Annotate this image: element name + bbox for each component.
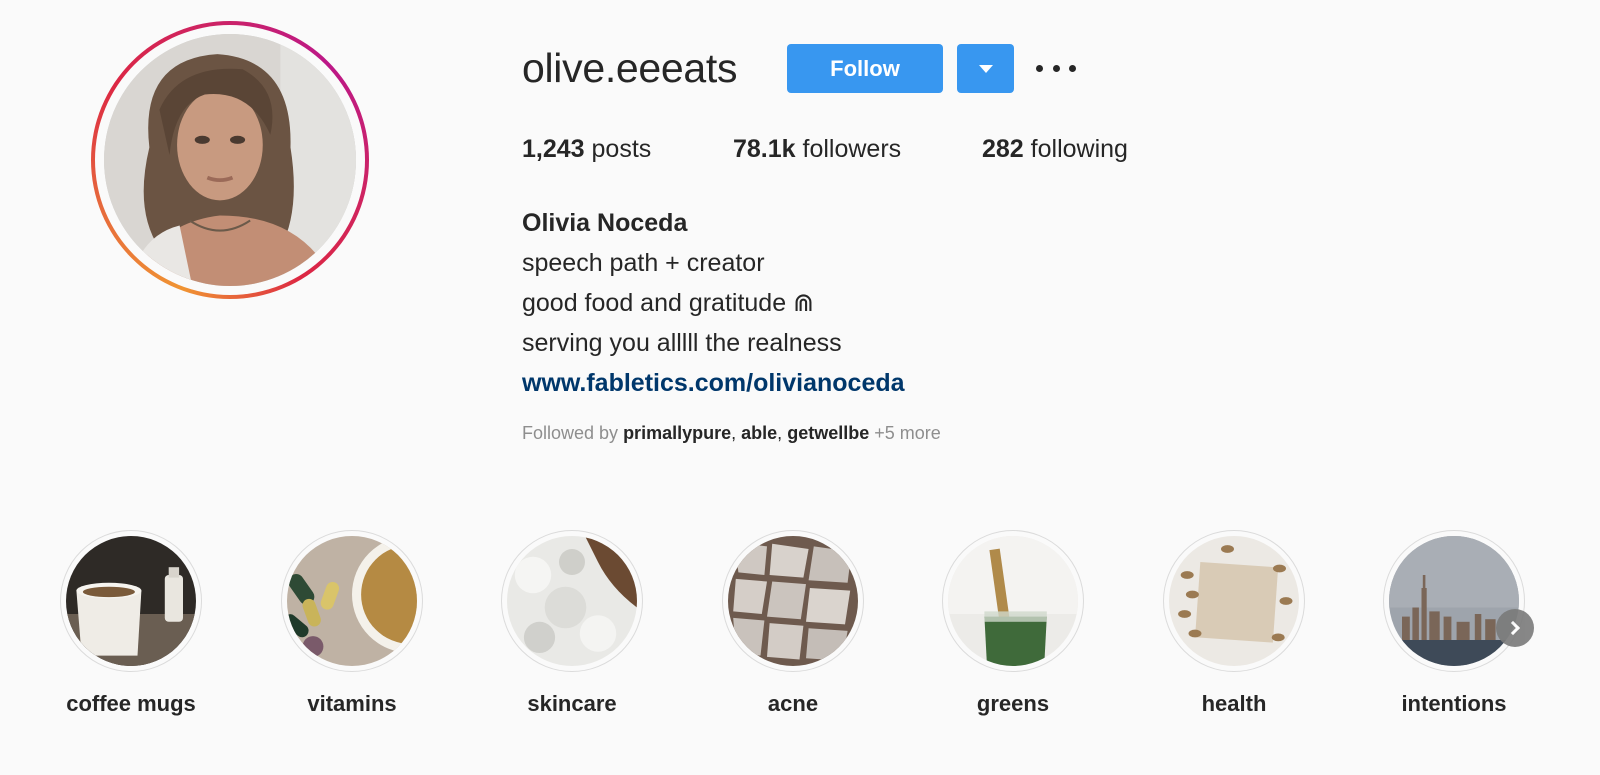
highlight-label: greens xyxy=(976,691,1050,716)
highlight-cover[interactable] xyxy=(60,530,202,672)
more-horizontal-icon xyxy=(1036,64,1043,72)
profile-full-name: Olivia Noceda xyxy=(522,209,688,237)
highlight-cover[interactable] xyxy=(281,530,423,672)
more-options-button[interactable] xyxy=(1036,56,1076,80)
profile-avatar-story-ring[interactable] xyxy=(91,21,369,299)
highlight-label: acne xyxy=(767,691,819,716)
highlight-coffee-mugs[interactable]: coffee mugs xyxy=(60,530,202,717)
chevron-right-icon xyxy=(1505,620,1521,636)
avatar-inner xyxy=(95,25,365,295)
suggested-accounts-dropdown-button[interactable] xyxy=(957,44,1014,93)
bio-line: serving you alllll the realness xyxy=(522,329,842,357)
posts-count: 1,243 posts xyxy=(522,135,652,163)
highlight-cover-image xyxy=(948,536,1078,666)
highlight-cover-image xyxy=(1169,536,1299,666)
followed-by-account[interactable]: getwellbe xyxy=(787,423,869,443)
bio-line: speech path + creator xyxy=(522,249,765,277)
highlight-cover[interactable] xyxy=(942,530,1084,672)
bio-website-link[interactable]: www.fabletics.com/olivianoceda xyxy=(522,369,905,397)
bio-line: good food and gratitude ⋒ xyxy=(522,289,815,317)
highlight-label: skincare xyxy=(527,691,617,716)
highlight-cover-image xyxy=(287,536,417,666)
highlight-cover[interactable] xyxy=(501,530,643,672)
caret-down-icon xyxy=(978,64,993,73)
followers-link[interactable]: 78.1k followers xyxy=(733,135,901,164)
highlight-cover-image xyxy=(1389,536,1519,666)
profile-bio: Olivia Noceda speech path + creator good… xyxy=(522,203,905,403)
highlight-cover-image xyxy=(66,536,196,666)
following-link[interactable]: 282 following xyxy=(982,135,1128,164)
highlight-label: coffee mugs xyxy=(66,691,196,716)
highlight-acne[interactable]: acne xyxy=(722,530,864,717)
highlight-label: intentions xyxy=(1401,691,1507,716)
followed-by-more[interactable]: +5 more xyxy=(874,423,941,443)
highlight-vitamins[interactable]: vitamins xyxy=(281,530,423,717)
highlight-cover[interactable] xyxy=(1383,530,1525,672)
avatar-photo xyxy=(104,34,356,286)
highlight-cover[interactable] xyxy=(1163,530,1305,672)
followed-by-account[interactable]: able xyxy=(741,423,777,443)
highlight-cover-image xyxy=(728,536,858,666)
highlight-health[interactable]: health xyxy=(1163,530,1305,717)
follow-button[interactable]: Follow xyxy=(787,44,943,93)
highlight-label: vitamins xyxy=(307,691,397,716)
highlight-label: health xyxy=(1201,691,1267,716)
highlights-next-button[interactable] xyxy=(1496,609,1534,647)
highlight-cover-image xyxy=(507,536,637,666)
highlight-cover[interactable] xyxy=(722,530,864,672)
highlight-skincare[interactable]: skincare xyxy=(501,530,643,717)
avatar xyxy=(104,34,356,286)
followed-by-account[interactable]: primallypure xyxy=(623,423,731,443)
followed-by[interactable]: Followed by primallypure, able, getwellb… xyxy=(522,423,941,444)
highlight-greens[interactable]: greens xyxy=(942,530,1084,717)
profile-username: olive.eeeats xyxy=(522,45,738,91)
